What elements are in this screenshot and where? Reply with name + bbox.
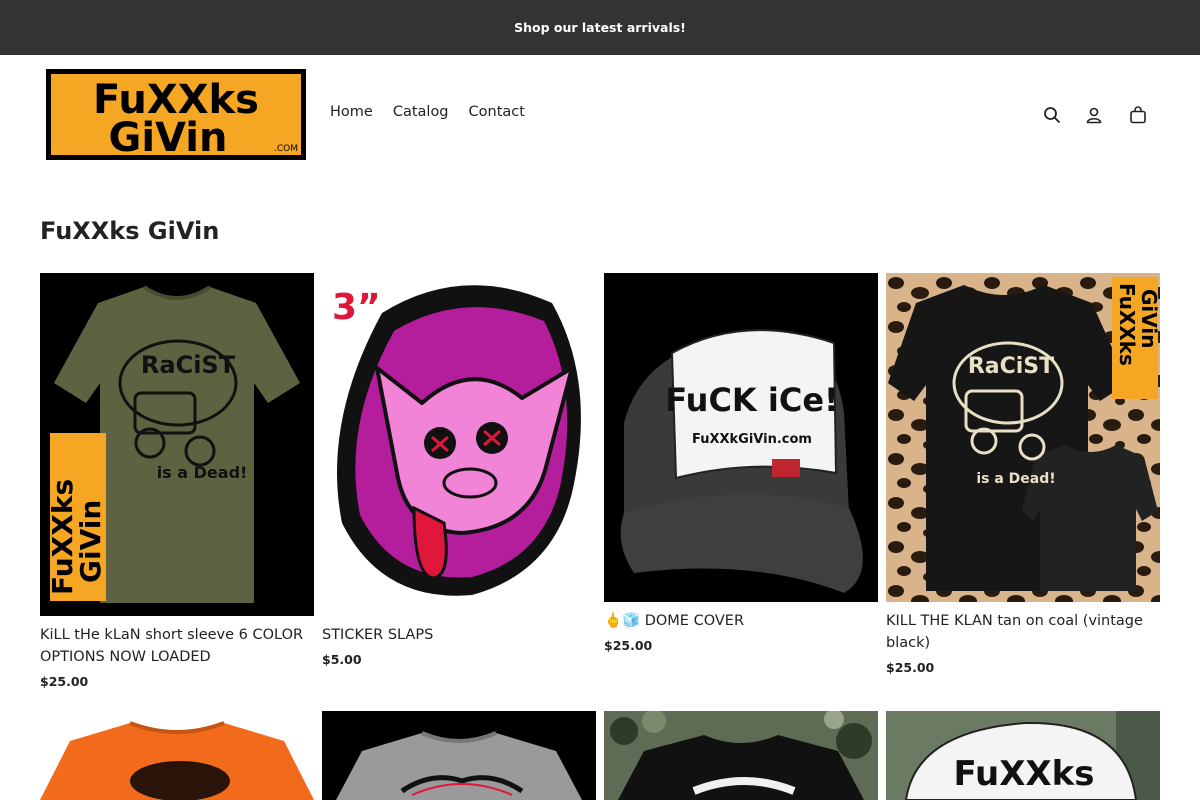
product-title[interactable]: 🖕🧊 DOME COVER xyxy=(604,610,878,632)
account-icon[interactable] xyxy=(1083,104,1105,126)
main-nav: Home Catalog Contact xyxy=(330,104,525,120)
svg-text:GiVin: GiVin xyxy=(1137,289,1160,349)
product-card[interactable] xyxy=(40,711,314,800)
announcement-bar: Shop our latest arrivals! xyxy=(0,0,1200,55)
svg-text:FuCK iCe!: FuCK iCe! xyxy=(665,381,838,419)
product-card[interactable] xyxy=(604,711,878,800)
svg-text:is a Dead!: is a Dead! xyxy=(976,471,1055,487)
svg-text:.COM: .COM xyxy=(274,144,298,154)
nav-home-link[interactable]: Home xyxy=(330,104,373,120)
svg-text:GiVin: GiVin xyxy=(74,500,107,583)
search-icon[interactable] xyxy=(1041,104,1063,126)
svg-text:RaCiST: RaCiST xyxy=(968,354,1054,379)
product-image[interactable] xyxy=(604,711,878,800)
svg-text:RaCiST: RaCiST xyxy=(141,351,236,379)
product-title[interactable]: STICKER SLAPS xyxy=(322,624,596,646)
product-image[interactable]: 3” xyxy=(322,273,596,616)
product-title[interactable]: KiLL tHe kLaN short sleeve 6 COLOR OPTIO… xyxy=(40,624,314,668)
svg-text:FuXXkGiVin.com: FuXXkGiVin.com xyxy=(692,432,812,447)
svg-text:is a Dead!: is a Dead! xyxy=(157,463,248,482)
svg-text:FuXXks: FuXXks xyxy=(1115,283,1139,366)
product-price: $25.00 xyxy=(886,660,935,675)
product-image[interactable] xyxy=(322,711,596,800)
product-card[interactable] xyxy=(322,711,596,800)
nav-contact-link[interactable]: Contact xyxy=(469,104,525,120)
product-image[interactable]: RaCiST is a Dead! FuXXks GiVin xyxy=(886,273,1160,602)
cart-icon[interactable] xyxy=(1127,104,1149,126)
svg-text:3”: 3” xyxy=(332,287,381,328)
product-image[interactable]: RaCiST is a Dead! FuXXks GiVin xyxy=(40,273,314,616)
nav-catalog-link[interactable]: Catalog xyxy=(393,104,449,120)
announcement-text: Shop our latest arrivals! xyxy=(514,20,686,35)
product-card[interactable]: RaCiST is a Dead! FuXXks GiVin KILL THE … xyxy=(886,273,1160,675)
svg-text:FuXXks: FuXXks xyxy=(953,754,1094,794)
page-title: FuXXks GiVin xyxy=(40,217,220,245)
product-image[interactable]: FuXXks xyxy=(886,711,1160,800)
product-price: $25.00 xyxy=(40,674,89,689)
product-image[interactable]: FuCK iCe! FuXXkGiVin.com xyxy=(604,273,878,602)
product-price: $5.00 xyxy=(322,652,362,667)
product-card[interactable]: FuXXks xyxy=(886,711,1160,800)
product-title[interactable]: KILL THE KLAN tan on coal (vintage black… xyxy=(886,610,1160,654)
product-price: $25.00 xyxy=(604,638,653,653)
product-image[interactable] xyxy=(40,711,314,800)
product-card[interactable]: RaCiST is a Dead! FuXXks GiVin KiLL tHe … xyxy=(40,273,314,689)
product-card[interactable]: FuCK iCe! FuXXkGiVin.com 🖕🧊 DOME COVER $… xyxy=(604,273,878,653)
product-card[interactable]: 3” STICKER SLAPS $5.00 xyxy=(322,273,596,667)
svg-text:GiVin: GiVin xyxy=(109,115,228,160)
site-logo[interactable]: FuXXks GiVin .COM xyxy=(46,69,306,160)
